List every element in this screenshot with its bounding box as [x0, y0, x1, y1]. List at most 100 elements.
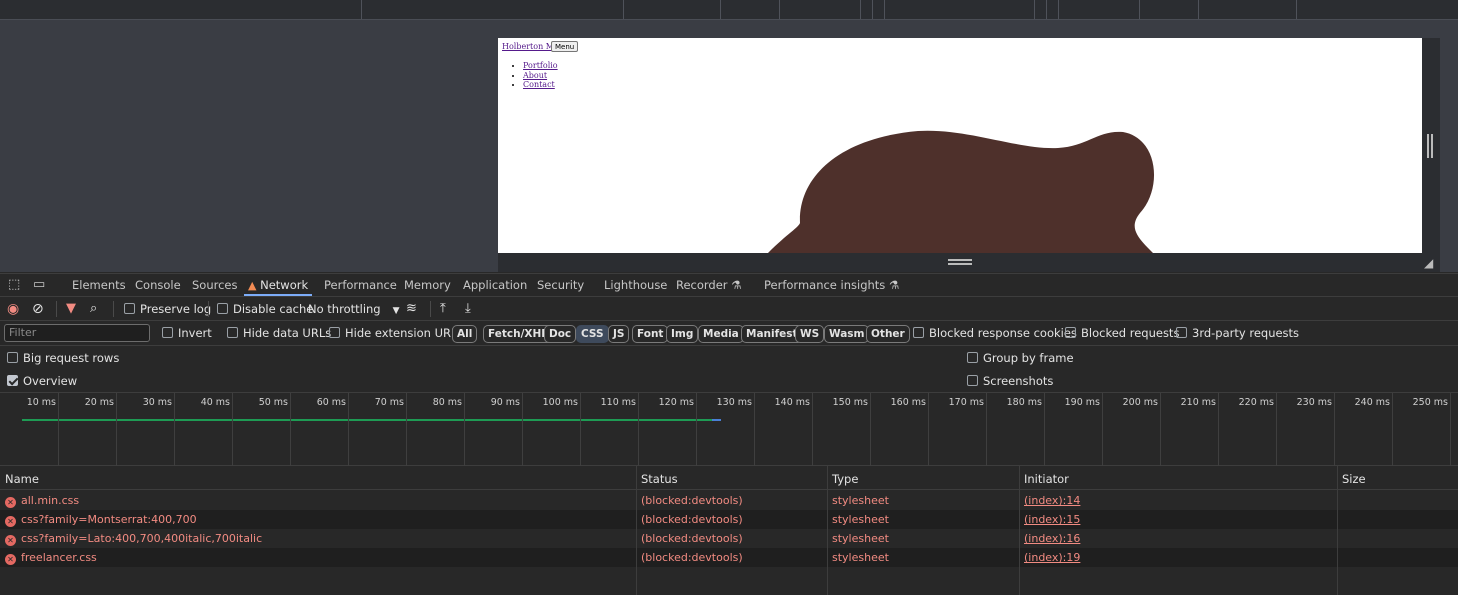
warning-icon: ▲ [248, 279, 257, 292]
blocked-response-cookies-checkbox[interactable]: Blocked response cookies [913, 321, 1077, 345]
big-request-rows-checkbox[interactable]: Big request rows [7, 347, 119, 369]
preserve-log-checkbox[interactable]: Preserve log [124, 297, 211, 321]
type-cell: stylesheet [832, 513, 889, 526]
tab-application[interactable]: Application [459, 274, 531, 296]
timeline-tick-label: 240 ms [1354, 397, 1390, 408]
initiator-link[interactable]: (index):15 [1024, 510, 1080, 529]
column-header-name[interactable]: Name [0, 466, 39, 492]
checkbox-icon [913, 327, 924, 338]
nav-item-about[interactable]: About [523, 71, 558, 81]
tab-memory[interactable]: Memory [400, 274, 455, 296]
inspect-element-icon[interactable]: ⬚ [8, 274, 20, 296]
chip-wasm[interactable]: Wasm [824, 325, 870, 343]
timeline-tick-label: 70 ms [374, 397, 404, 408]
tab-recorder[interactable]: Recorder ⚗ [672, 274, 746, 296]
chip-manifest[interactable]: Manifest [741, 325, 803, 343]
tab-network[interactable]: ▲ Network [244, 274, 313, 296]
checkbox-icon [967, 352, 978, 363]
resize-grip-icon [948, 259, 972, 265]
filter-input[interactable]: Filter [4, 324, 150, 342]
filter-funnel-icon[interactable]: ▼ [66, 297, 76, 321]
type-cell: stylesheet [832, 551, 889, 564]
import-har-icon[interactable]: ⤒ [440, 297, 446, 321]
timeline-tick-label: 50 ms [258, 397, 288, 408]
blocked-requests-checkbox[interactable]: Blocked requests [1065, 321, 1179, 345]
checkbox-icon [227, 327, 238, 338]
request-name-cell: ✕ css?family=Montserrat:400,700 [5, 510, 197, 529]
corner-resize-icon[interactable]: ◢ [1424, 256, 1433, 270]
horizontal-resize-handle[interactable] [498, 253, 1440, 272]
vertical-resize-handle[interactable] [1422, 38, 1440, 253]
rendered-page: Holberton Me Menu Portfolio About Contac… [498, 38, 1422, 253]
timeline-tick-label: 130 ms [716, 397, 752, 408]
invert-checkbox[interactable]: Invert [162, 321, 212, 345]
table-row[interactable]: ✕ freelancer.css (blocked:devtools) style… [0, 548, 1458, 567]
chip-other[interactable]: Other [866, 325, 910, 343]
overview-checkbox[interactable]: Overview [7, 370, 77, 392]
chip-doc[interactable]: Doc [544, 325, 577, 343]
third-party-requests-checkbox[interactable]: 3rd-party requests [1176, 321, 1299, 345]
throttling-select[interactable]: No throttling ▼ [308, 297, 400, 323]
column-header-type[interactable]: Type [827, 466, 858, 492]
initiator-link[interactable]: (index):19 [1024, 548, 1080, 567]
divider [56, 301, 57, 317]
nav-item-contact[interactable]: Contact [523, 80, 558, 90]
error-icon: ✕ [5, 497, 16, 508]
timeline-tick-label: 160 ms [890, 397, 926, 408]
nav-item-portfolio[interactable]: Portfolio [523, 61, 558, 71]
group-by-frame-checkbox[interactable]: Group by frame [967, 347, 1074, 369]
network-toolbar: ◉ ⊘ ▼ ⌕ Preserve log Disable cache No th… [0, 297, 1458, 321]
chip-js[interactable]: JS [608, 325, 630, 343]
timeline-tick-label: 190 ms [1064, 397, 1100, 408]
chip-img[interactable]: Img [666, 325, 699, 343]
hide-data-urls-checkbox[interactable]: Hide data URLs [227, 321, 331, 345]
timeline-tick-label: 90 ms [490, 397, 520, 408]
column-divider [636, 466, 637, 595]
timeline-tick: 10 ms [27, 393, 59, 466]
timeline-tick: 220 ms [1239, 393, 1277, 466]
tab-security[interactable]: Security [533, 274, 588, 296]
initiator-link[interactable]: (index):16 [1024, 529, 1080, 548]
chip-media[interactable]: Media [698, 325, 744, 343]
tab-performance-insights[interactable]: Performance insights ⚗ [760, 274, 903, 296]
timeline-overview[interactable]: 10 ms 20 ms 30 ms 40 ms 50 ms 60 ms 70 ms 80 ms… [0, 393, 1458, 466]
flask-icon: ⚗ [888, 278, 900, 292]
chip-all[interactable]: All [452, 325, 478, 343]
timeline-tick-label: 120 ms [658, 397, 694, 408]
column-header-initiator[interactable]: Initiator [1019, 466, 1069, 492]
table-row[interactable]: ✕ all.min.css (blocked:devtools) styleshe… [0, 491, 1458, 510]
column-header-status[interactable]: Status [636, 466, 678, 492]
disable-cache-checkbox[interactable]: Disable cache [217, 297, 313, 321]
tab-lighthouse[interactable]: Lighthouse [600, 274, 671, 296]
tab-elements[interactable]: Elements [68, 274, 130, 296]
search-icon[interactable]: ⌕ [90, 297, 97, 321]
tab-sources[interactable]: Sources [188, 274, 242, 296]
table-header: Name Status Type Initiator Size [0, 466, 1458, 490]
hide-extension-urls-checkbox[interactable]: Hide extension URLs [329, 321, 463, 345]
chip-css[interactable]: CSS [576, 325, 609, 343]
network-conditions-icon[interactable]: ≋ [406, 297, 417, 321]
timeline-tick-label: 170 ms [948, 397, 984, 408]
timeline-tick: 170 ms [949, 393, 987, 466]
clear-icon[interactable]: ⊘ [32, 297, 44, 321]
timeline-tick: 240 ms [1355, 393, 1393, 466]
timeline-tick: 120 ms [659, 393, 697, 466]
chip-font[interactable]: Font [632, 325, 669, 343]
column-divider [827, 466, 828, 595]
table-row[interactable]: ✕ css?family=Lato:400,700,400italic,700it… [0, 529, 1458, 548]
timeline-tick-label: 230 ms [1296, 397, 1332, 408]
screenshots-checkbox[interactable]: Screenshots [967, 370, 1053, 392]
tab-performance[interactable]: Performance [320, 274, 401, 296]
record-stop-icon[interactable]: ◉ [7, 297, 19, 321]
type-cell: stylesheet [832, 494, 889, 507]
devtools-tab-bar: ⬚ ▭ Elements Console Sources ▲ Network P… [0, 273, 1458, 297]
menu-button[interactable]: Menu [551, 41, 579, 52]
initiator-link[interactable]: (index):14 [1024, 491, 1080, 510]
column-header-size[interactable]: Size [1337, 466, 1366, 492]
tab-console[interactable]: Console [131, 274, 185, 296]
table-row[interactable]: ✕ css?family=Montserrat:400,700 (blocked:… [0, 510, 1458, 529]
export-har-icon[interactable]: ⤓ [465, 297, 471, 321]
timeline-tick: 100 ms [543, 393, 581, 466]
device-toolbar-icon[interactable]: ▭ [33, 274, 45, 296]
chip-ws[interactable]: WS [795, 325, 825, 343]
